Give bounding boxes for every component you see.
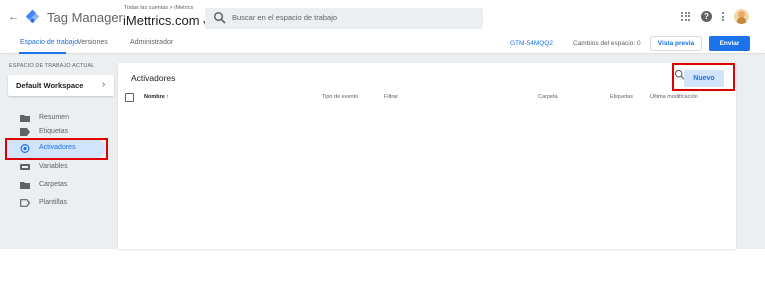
tab-versions[interactable]: Versiones	[77, 39, 108, 46]
folder-icon	[20, 115, 30, 122]
container-id-link[interactable]: GTM-54MQQ2	[510, 40, 553, 47]
column-tags[interactable]: Etiquetas	[610, 94, 633, 100]
preview-button[interactable]: Vista previa	[650, 36, 702, 51]
workspace-selector[interactable]: Default Workspace ›	[8, 75, 114, 96]
chevron-right-icon: ›	[102, 79, 106, 90]
top-bar: ← Tag Manager Todas las cuentas > iMetri…	[0, 0, 765, 34]
select-all-checkbox[interactable]	[125, 93, 134, 102]
sidebar-item-label: Carpetas	[39, 181, 68, 188]
avatar[interactable]	[734, 9, 749, 24]
workspace-search[interactable]: Buscar en el espacio de trabajo	[205, 8, 483, 29]
triggers-panel: Activadores Nuevo Nombre ↑ Tipo de event…	[118, 63, 736, 249]
column-last-modified[interactable]: Última modificación	[650, 94, 698, 100]
highlight-box-new	[672, 63, 735, 91]
sidebar-item-label: Etiquetas	[39, 128, 69, 135]
column-filter[interactable]: Filtrar	[384, 94, 398, 100]
folder-icon	[20, 182, 30, 189]
tag-manager-app: ← Tag Manager Todas las cuentas > iMetri…	[0, 0, 765, 304]
account-breadcrumb[interactable]: Todas las cuentas > iMetrics	[124, 5, 193, 11]
account-name: iMettrics.com	[123, 13, 200, 28]
sidebar-item-variables[interactable]: Variables	[8, 158, 105, 177]
active-tab-indicator	[19, 52, 66, 54]
back-arrow-icon[interactable]: ←	[8, 11, 19, 23]
sidebar-item-templates[interactable]: Plantillas	[8, 194, 105, 213]
help-icon[interactable]: ?	[701, 11, 712, 22]
topbar-icons: ?	[681, 9, 749, 24]
table-header: Nombre ↑ Tipo de evento Filtrar Carpeta …	[124, 93, 730, 107]
page-title: Activadores	[131, 73, 176, 83]
sidebar-item-label: Variables	[39, 163, 68, 170]
column-name[interactable]: Nombre ↑	[144, 94, 169, 100]
variables-icon	[20, 164, 30, 170]
template-icon	[20, 199, 30, 207]
sidebar-item-label: Resumen	[39, 114, 69, 121]
column-event-type[interactable]: Tipo de evento	[322, 94, 358, 100]
workspace-changes: Cambios del espacio: 0	[573, 40, 641, 47]
more-options-icon[interactable]	[722, 12, 724, 21]
column-folder[interactable]: Carpeta	[538, 94, 558, 100]
workspace-nav: Espacio de trabajo Versiones Administrad…	[0, 34, 765, 54]
tag-manager-logo	[25, 9, 40, 24]
tab-admin[interactable]: Administrador	[130, 39, 173, 46]
tab-workspace[interactable]: Espacio de trabajo	[20, 39, 78, 46]
account-selector[interactable]: iMettrics.com▼	[123, 13, 209, 28]
apps-grid-icon[interactable]	[681, 11, 691, 22]
highlight-box-triggers	[5, 138, 108, 160]
workspace-name: Default Workspace	[16, 81, 84, 90]
search-placeholder: Buscar en el espacio de trabajo	[232, 13, 338, 22]
sidebar-item-folders[interactable]: Carpetas	[8, 176, 105, 195]
sidebar-item-label: Plantillas	[39, 199, 68, 206]
workspace-section-label: ESPACIO DE TRABAJO ACTUAL	[9, 63, 95, 69]
tag-icon	[20, 128, 30, 136]
search-icon	[213, 11, 226, 24]
submit-button[interactable]: Enviar	[709, 36, 750, 51]
app-title: Tag Manager	[47, 10, 123, 25]
